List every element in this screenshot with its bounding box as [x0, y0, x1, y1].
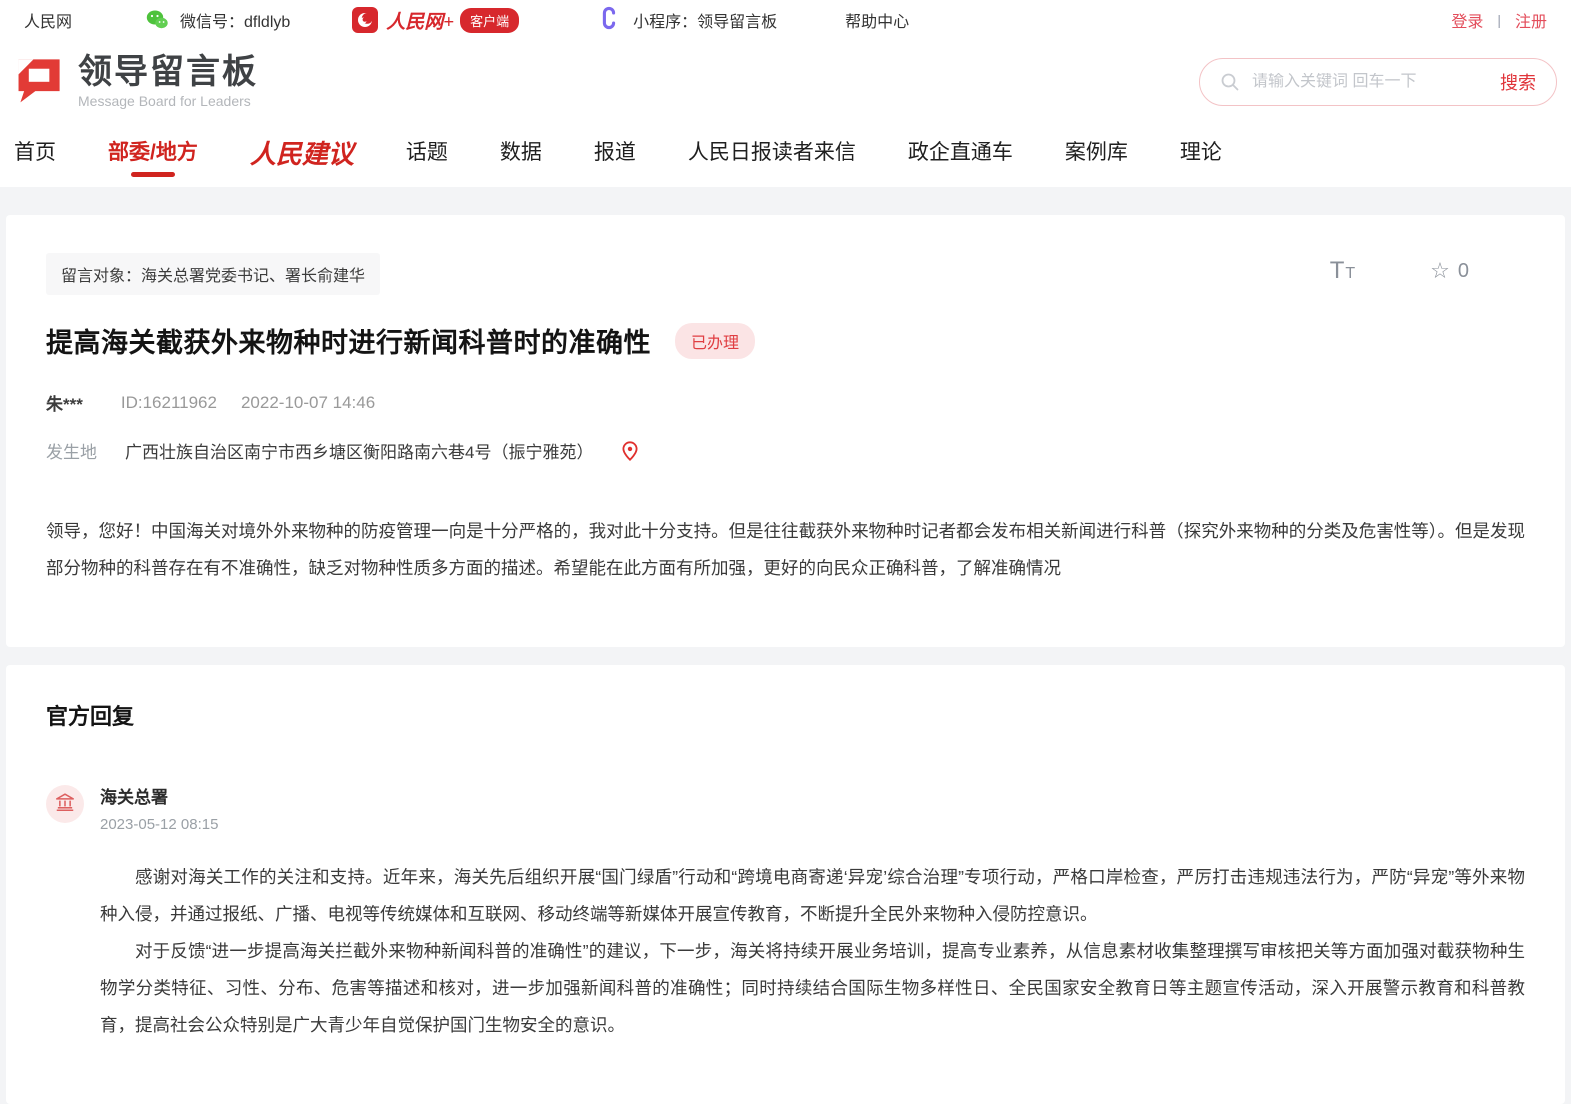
message-actions: TT ☆ 0: [1330, 257, 1525, 285]
wechat-label: 微信号：dfldlyb: [180, 8, 290, 32]
page: 人民网 微信号：dfldlyb: [0, 0, 1571, 1104]
nav-item-reader-letters[interactable]: 人民日报读者来信: [688, 132, 856, 177]
reply-paragraph: 对于反馈“进一步提高海关拦截外来物种新闻科普的准确性”的建议，下一步，海关将持续…: [100, 933, 1525, 1044]
wechat-icon: [144, 7, 170, 33]
reply-text: 感谢对海关工作的关注和支持。近年来，海关先后组织开展“国门绿盾”行动和“跨境电商…: [100, 859, 1525, 1044]
nav-item-gov-biz-express[interactable]: 政企直通车: [908, 132, 1013, 177]
reply-date: 2023-05-12 08:15: [100, 816, 1525, 833]
main-content: 留言对象：海关总署党委书记、署长俞建华 TT ☆ 0 提高海关截获外来物种时进行…: [0, 187, 1571, 1104]
font-size-small-glyph: T: [1345, 265, 1356, 282]
font-size-toggle[interactable]: TT: [1330, 257, 1356, 285]
app-client-badge: 客户端: [460, 8, 519, 33]
favorite-count: 0: [1458, 260, 1469, 283]
wechat-group: 微信号：dfldlyb: [144, 7, 290, 33]
location-text: 广西壮族自治区南宁市西乡塘区衡阳路南六巷4号（振宁雅苑）: [125, 438, 593, 463]
app-name: 人民网+: [386, 7, 454, 34]
message-body: 领导，您好！中国海关对境外外来物种的防疫管理一向是十分严格的，我对此十分支持。但…: [46, 513, 1525, 587]
miniprogram-label: 小程序：领导留言板: [633, 8, 777, 32]
message-meta: 朱*** ID:16211962 2022-10-07 14:46: [46, 390, 1525, 415]
auth-divider: |: [1497, 12, 1501, 28]
search-icon: [1220, 72, 1240, 92]
help-center-link[interactable]: 帮助中心: [845, 8, 909, 32]
reply-agency-name: 海关总署: [100, 783, 1525, 808]
nav-item-theory[interactable]: 理论: [1180, 132, 1222, 177]
nav-item-peoples-suggestions[interactable]: 人民建议: [250, 132, 354, 178]
search-button[interactable]: 搜索: [1500, 69, 1536, 95]
location-label: 发生地: [46, 438, 97, 463]
font-size-big-glyph: T: [1330, 257, 1346, 284]
nav-item-ministries-local[interactable]: 部委/地方: [108, 132, 198, 177]
favorite-control[interactable]: ☆ 0: [1430, 260, 1469, 283]
miniprogram-icon: [597, 6, 621, 35]
status-badge: 已办理: [675, 323, 755, 359]
logo-subtitle: Message Board for Leaders: [78, 93, 258, 109]
message-date: 2022-10-07 14:46: [241, 393, 375, 413]
message-author: 朱***: [46, 390, 83, 415]
miniprogram-group[interactable]: 小程序：领导留言板: [597, 6, 777, 35]
star-icon: ☆: [1430, 260, 1450, 282]
nav-item-case-library[interactable]: 案例库: [1065, 132, 1128, 177]
agency-avatar: [46, 785, 84, 823]
logo-mark-icon: [12, 51, 68, 112]
auth-links: 登录 | 注册: [1451, 8, 1547, 32]
nav-item-data[interactable]: 数据: [500, 132, 542, 177]
reply-section-title: 官方回复: [46, 699, 1525, 731]
top-utility-bar: 人民网 微信号：dfldlyb: [0, 0, 1571, 40]
reply-item: 海关总署 2023-05-12 08:15 感谢对海关工作的关注和支持。近年来，…: [46, 783, 1525, 1044]
nav-item-home[interactable]: 首页: [14, 132, 56, 177]
logo-title: 领导留言板: [78, 55, 258, 89]
primary-nav: 首页 部委/地方 人民建议 话题 数据 报道 人民日报读者来信 政企直通车 案例…: [0, 123, 1571, 187]
search-input[interactable]: [1252, 73, 1500, 91]
site-logo[interactable]: 领导留言板 Message Board for Leaders: [12, 51, 258, 112]
logo-text: 领导留言板 Message Board for Leaders: [78, 55, 258, 109]
nav-item-reports[interactable]: 报道: [594, 132, 636, 177]
message-location-row: 发生地 广西壮族自治区南宁市西乡塘区衡阳路南六巷4号（振宁雅苑）: [46, 438, 1525, 463]
reply-card: 官方回复 海关总署: [6, 665, 1565, 1104]
peoples-daily-link[interactable]: 人民网: [24, 8, 72, 32]
reply-content: 海关总署 2023-05-12 08:15 感谢对海关工作的关注和支持。近年来，…: [100, 783, 1525, 1044]
peoples-daily-plus-icon: [352, 7, 378, 33]
message-title-row: 提高海关截获外来物种时进行新闻科普时的准确性 已办理: [46, 321, 1525, 360]
message-title: 提高海关截获外来物种时进行新闻科普时的准确性: [46, 321, 651, 360]
site-header: 领导留言板 Message Board for Leaders 搜索: [0, 40, 1571, 122]
message-id: ID:16211962: [121, 393, 217, 413]
message-target-tag: 留言对象：海关总署党委书记、署长俞建华: [46, 253, 380, 295]
app-group[interactable]: 人民网+ 客户端: [352, 7, 519, 34]
message-card: 留言对象：海关总署党委书记、署长俞建华 TT ☆ 0 提高海关截获外来物种时进行…: [6, 215, 1565, 647]
message-toprow: 留言对象：海关总署党委书记、署长俞建华 TT ☆ 0: [46, 253, 1525, 295]
institution-icon: [54, 791, 76, 818]
nav-item-topics[interactable]: 话题: [406, 132, 448, 177]
search-bar: 搜索: [1199, 58, 1557, 106]
reply-paragraph: 感谢对海关工作的关注和支持。近年来，海关先后组织开展“国门绿盾”行动和“跨境电商…: [100, 859, 1525, 933]
location-pin-icon[interactable]: [619, 440, 641, 462]
login-link[interactable]: 登录: [1451, 8, 1483, 32]
register-link[interactable]: 注册: [1515, 8, 1547, 32]
